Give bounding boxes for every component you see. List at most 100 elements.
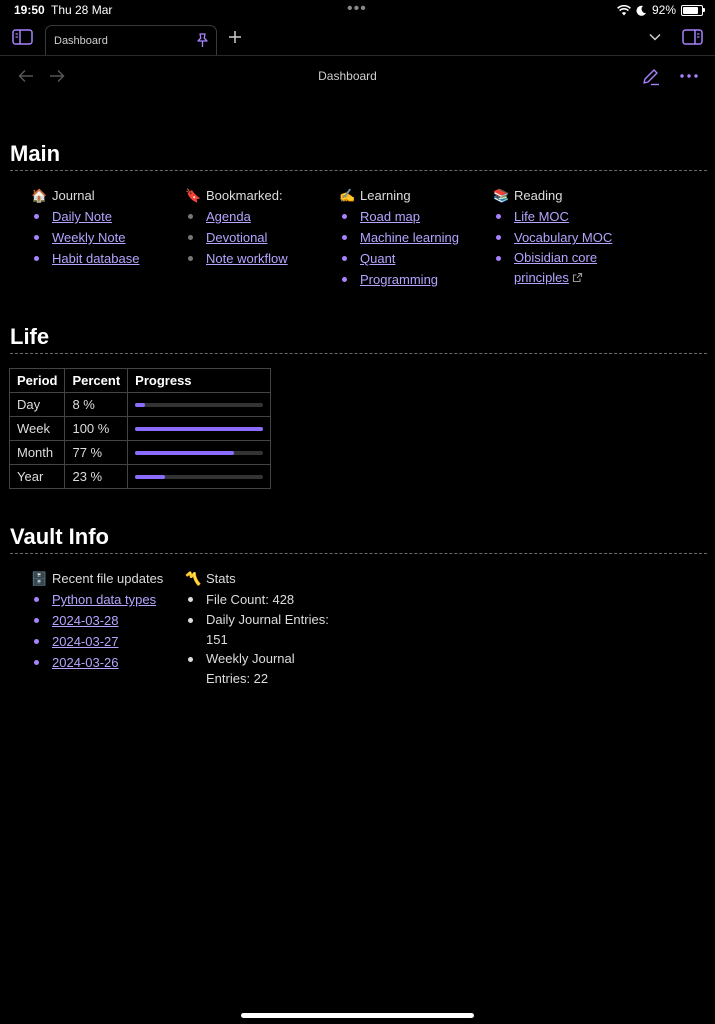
list-item: Road map <box>339 206 489 227</box>
table-row: Day 8 % <box>8 392 272 417</box>
bookmark-icon: 🔖 <box>185 188 202 203</box>
link-recent-file[interactable]: Python data types <box>52 592 156 607</box>
chevron-down-icon[interactable] <box>647 31 663 43</box>
list-item: Daily Journal Entries: 151 <box>185 610 335 649</box>
divider <box>10 353 707 354</box>
sidebar-right-icon[interactable] <box>681 28 704 46</box>
wifi-icon <box>617 4 631 15</box>
column-header: Period <box>8 368 66 393</box>
column-header: Progress <box>127 368 272 393</box>
link-recent-file[interactable]: 2024-03-27 <box>52 634 119 649</box>
tab-dashboard[interactable]: Dashboard <box>45 25 217 55</box>
tab-bar: Dashboard <box>0 22 715 56</box>
heading-vault-info: Vault Info <box>10 524 109 549</box>
link-weekly-note[interactable]: Weekly Note <box>52 230 125 245</box>
link-daily-note[interactable]: Daily Note <box>52 209 112 224</box>
status-bar: 19:50 Thu 28 Mar ••• 92% <box>0 0 715 20</box>
period-cell: Year <box>8 464 66 489</box>
link-recent-file[interactable]: 2024-03-28 <box>52 613 119 628</box>
plus-icon[interactable] <box>227 29 243 45</box>
progress-cell <box>127 464 272 489</box>
list-item: Devotional <box>185 227 335 248</box>
list-item: 2024-03-27 <box>31 631 181 652</box>
divider <box>10 170 707 171</box>
list-item: Note workflow <box>185 248 335 269</box>
list-item: Machine learning <box>339 227 489 248</box>
period-cell: Month <box>8 440 66 465</box>
progress-cell <box>127 440 272 465</box>
progress-bar <box>135 402 264 407</box>
table-header-row: Period Percent Progress <box>8 368 272 393</box>
home-indicator[interactable] <box>241 1013 474 1018</box>
link-quant[interactable]: Quant <box>360 251 395 266</box>
progress-cell <box>127 416 272 441</box>
divider <box>10 553 707 554</box>
battery-icon <box>681 4 705 16</box>
books-icon: 📚 <box>493 188 510 203</box>
recent-files-heading: 🗄️ Recent file updates <box>31 568 181 589</box>
progress-bar <box>135 450 264 455</box>
heading-main: Main <box>10 141 61 166</box>
bookmarked-heading: 🔖 Bookmarked: <box>185 185 335 206</box>
link-recent-file[interactable]: 2024-03-26 <box>52 655 119 670</box>
link-obsidian-core-principles[interactable]: Obisidian core principles <box>514 250 597 285</box>
status-date: Thu 28 Mar <box>51 3 113 17</box>
sidebar-left-icon[interactable] <box>11 28 33 46</box>
list-item: 2024-03-26 <box>31 652 181 673</box>
list-item: Python data types <box>31 589 181 610</box>
link-machine-learning[interactable]: Machine learning <box>360 230 459 245</box>
list-item: Habit database <box>31 248 181 269</box>
journal-list: 🏠 Journal Daily Note Weekly Note Habit da… <box>31 185 181 269</box>
external-link-icon <box>572 269 583 289</box>
moon-icon <box>636 5 646 16</box>
percent-cell: 77 % <box>64 440 129 465</box>
learning-list: ✍️ Learning Road map Machine learning Qua… <box>339 185 489 290</box>
list-item: File Count: 428 <box>185 589 335 610</box>
learning-heading: ✍️ Learning <box>339 185 489 206</box>
link-programming[interactable]: Programming <box>360 272 438 287</box>
multitasking-dots-icon[interactable]: ••• <box>347 0 367 18</box>
pin-icon[interactable] <box>195 32 209 48</box>
progress-bar <box>135 474 264 479</box>
link-road-map[interactable]: Road map <box>360 209 420 224</box>
reading-heading: 📚 Reading <box>493 185 628 206</box>
percent-cell: 100 % <box>64 416 129 441</box>
journal-heading: 🏠 Journal <box>31 185 181 206</box>
period-cell: Day <box>8 392 66 417</box>
link-vocabulary-moc[interactable]: Vocabulary MOC <box>514 230 612 245</box>
reading-list: 📚 Reading Life MOC Vocabulary MOC Obisidi… <box>493 185 628 289</box>
tab-title: Dashboard <box>54 35 108 47</box>
pencil-icon[interactable] <box>640 66 660 86</box>
link-life-moc[interactable]: Life MOC <box>514 209 569 224</box>
view-title: Dashboard <box>318 69 377 83</box>
progress-table: Period Percent Progress Day 8 % Week 100… <box>8 368 272 489</box>
link-agenda[interactable]: Agenda <box>206 209 251 224</box>
progress-cell <box>127 392 272 417</box>
writing-hand-icon: ✍️ <box>339 188 356 203</box>
recent-files-list: 🗄️ Recent file updates Python data types … <box>31 568 181 673</box>
battery-percent: 92% <box>651 3 676 17</box>
stats-heading: 〽️ Stats <box>185 568 335 589</box>
progress-bar <box>135 426 264 431</box>
list-item: Daily Note <box>31 206 181 227</box>
percent-cell: 23 % <box>64 464 129 489</box>
list-item: Agenda <box>185 206 335 227</box>
status-time: 19:50 <box>14 3 45 17</box>
status-indicators: 92% <box>617 3 705 17</box>
list-item: Weekly Note <box>31 227 181 248</box>
heading-life: Life <box>10 324 50 349</box>
house-icon: 🏠 <box>31 188 48 203</box>
more-horizontal-icon[interactable] <box>679 68 699 84</box>
link-devotional[interactable]: Devotional <box>206 230 267 245</box>
list-item: Vocabulary MOC <box>493 227 628 248</box>
stats-list: 〽️ Stats File Count: 428 Daily Journal En… <box>185 568 335 688</box>
link-note-workflow[interactable]: Note workflow <box>206 251 288 266</box>
table-row: Year 23 % <box>8 464 272 489</box>
table-row: Month 77 % <box>8 440 272 465</box>
part-alternation-icon: 〽️ <box>185 571 202 586</box>
percent-cell: 8 % <box>64 392 129 417</box>
bookmarked-list: 🔖 Bookmarked: Agenda Devotional Note work… <box>185 185 335 269</box>
link-habit-database[interactable]: Habit database <box>52 251 139 266</box>
list-item: 2024-03-28 <box>31 610 181 631</box>
list-item: Programming <box>339 269 489 290</box>
